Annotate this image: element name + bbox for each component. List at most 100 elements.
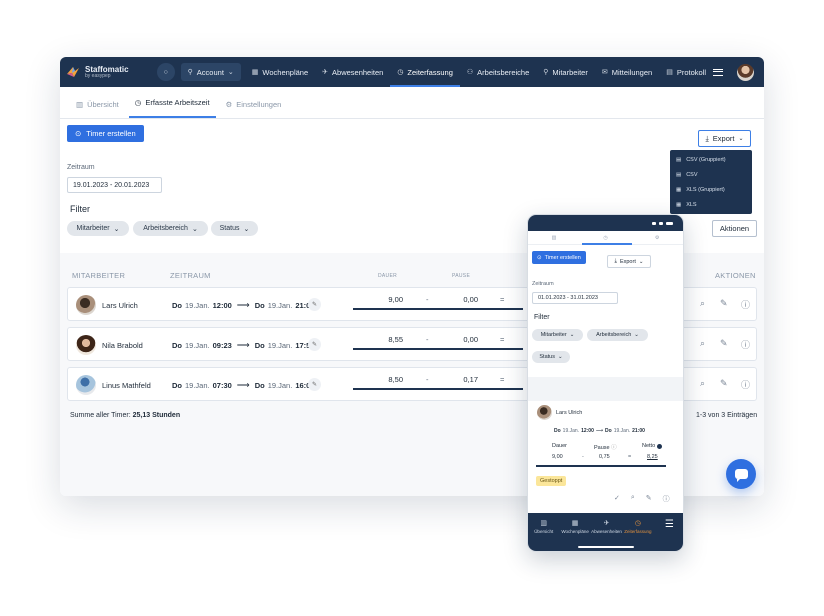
period-input[interactable]: 19.01.2023 - 20.01.2023	[67, 177, 162, 193]
actions-button[interactable]: Aktionen	[712, 220, 757, 237]
grid-icon: ▥	[76, 100, 84, 109]
export-dropdown-menu: ▤ CSV (Gruppiert) ▤ CSV ▦ XLS (Gruppiert) ▦…	[670, 150, 752, 214]
header-duration: DAUER	[378, 273, 398, 279]
chat-button[interactable]	[726, 459, 756, 489]
edit-period-button[interactable]: ✎	[308, 298, 321, 311]
nav-item-abwesenheiten[interactable]: ✈ Abwesenheiten	[315, 57, 390, 87]
menu-label: XLS	[686, 201, 697, 208]
gear-icon[interactable]: ⚙	[655, 235, 659, 241]
avatar	[76, 295, 96, 315]
signal-icon	[652, 221, 656, 225]
filter-chip-status[interactable]: Status ⌄	[211, 221, 258, 236]
pause-value: 0,17	[463, 375, 478, 384]
pause-value: 0,00	[463, 335, 478, 344]
chevron-down-icon: ⌄	[191, 225, 198, 233]
employee-cell: Lars Ulrich	[537, 405, 582, 420]
status-dot-icon	[657, 443, 663, 449]
to-date: 19.Jan.	[267, 301, 293, 310]
to-day: Do	[254, 381, 265, 390]
nav-item-wochenplaene[interactable]: ▦ Wochenpläne	[245, 57, 315, 87]
top-right-controls	[713, 63, 758, 81]
export-xls-grouped[interactable]: ▦ XLS (Gruppiert)	[670, 182, 752, 197]
mobile-create-timer-button[interactable]: ⊙ Timer erstellen	[532, 251, 586, 264]
pencil-icon[interactable]: ✎	[720, 298, 728, 309]
calendar-icon: ▦	[251, 69, 259, 76]
stage: Staffomatic by easypep ○ ⚲ Account ⌄ ▦ Wo…	[0, 0, 824, 616]
brand-logo[interactable]: Staffomatic by easypep	[66, 65, 151, 79]
pencil-icon[interactable]: ✎	[720, 338, 728, 349]
mobile-nav-wochenplaene[interactable]: ▦ Wochenpläne	[559, 519, 590, 534]
menu-icon[interactable]	[713, 68, 723, 76]
mobile-filter-chip-arbeitsbereich[interactable]: Arbeitsbereich ⌄	[587, 329, 648, 341]
export-label: Export	[712, 134, 735, 143]
account-menu-button[interactable]: ⚲ Account ⌄	[180, 63, 241, 81]
search-icon[interactable]: ⌕	[700, 378, 705, 389]
check-icon[interactable]: ✓	[614, 494, 620, 504]
pencil-icon[interactable]: ✎	[720, 378, 728, 389]
duration-bar	[353, 308, 523, 310]
nav-item-mitteilungen[interactable]: ✉ Mitteilungen	[595, 57, 659, 87]
mobile-filter-chip-status[interactable]: Status ⌄	[532, 351, 570, 363]
mobile-nav-abwesenheiten[interactable]: ✈ Abwesenheiten	[591, 519, 622, 534]
nav-item-arbeitsbereiche[interactable]: ⚇ Arbeitsbereiche	[460, 57, 536, 87]
mobile-nav-menu[interactable]: ☰	[654, 519, 683, 530]
nav-item-protokoll[interactable]: ▤ Protokoll	[659, 57, 713, 87]
equals-sign: =	[628, 454, 632, 460]
pause-label: Pause	[594, 445, 610, 451]
search-icon[interactable]: ⌕	[700, 338, 705, 349]
employee-name: Nila Brabold	[102, 340, 143, 350]
duration-value: 9,00	[388, 295, 403, 304]
filter-chip-arbeitsbereich[interactable]: Arbeitsbereich ⌄	[133, 221, 208, 236]
filter-chip-mitarbeiter[interactable]: Mitarbeiter ⌄	[67, 221, 129, 236]
search-icon[interactable]: ⌕	[631, 494, 635, 504]
from-time: 07:30	[212, 381, 232, 390]
info-icon[interactable]: ⓘ	[741, 298, 750, 311]
employee-cell: Linus Mathfeld	[76, 375, 151, 395]
subtab-einstellungen[interactable]: ⚙ Einstellungen	[220, 100, 288, 118]
mobile-nav-zeiterfassung[interactable]: ◷ Zeiterfassung	[622, 519, 653, 534]
search-icon: ○	[163, 68, 168, 76]
mobile-export-button[interactable]: ⤓ Export ⌄	[607, 255, 651, 268]
user-avatar[interactable]	[737, 63, 754, 81]
export-button[interactable]: ⤓ Export ⌄	[698, 130, 751, 147]
search-button[interactable]: ○	[156, 63, 175, 81]
subtab-erfasste-arbeitszeit[interactable]: ◷ Erfasste Arbeitszeit	[128, 98, 216, 118]
export-xls[interactable]: ▦ XLS	[670, 197, 752, 212]
mobile-timer-card[interactable]: Lars Ulrich Do 19.Jan. 12:00 ⟶ Do 19.Jan. 21:0…	[533, 401, 680, 513]
create-timer-button[interactable]: ⊙ Timer erstellen	[67, 125, 144, 142]
period-label: Zeitraum	[67, 164, 95, 171]
nav-item-zeiterfassung[interactable]: ◷ Zeiterfassung	[390, 57, 460, 87]
to-day: Do	[605, 428, 612, 434]
info-icon[interactable]: ⓘ	[663, 494, 670, 504]
nav-label: Abwesenheiten	[591, 529, 622, 534]
pencil-icon[interactable]: ✎	[646, 494, 652, 504]
from-day: Do	[172, 381, 182, 390]
table-icon: ▦	[676, 186, 682, 193]
mobile-period-input[interactable]: 01.01.2023 - 31.01.2023	[532, 292, 618, 304]
mobile-device: ▥ ◷ ⚙ ⊙ Timer erstellen ⤓ Export ⌄ Zeitraum 0…	[527, 214, 684, 552]
search-icon[interactable]: ⌕	[700, 298, 705, 309]
info-icon[interactable]: ⓘ	[741, 378, 750, 391]
grid-icon[interactable]: ▥	[552, 235, 557, 241]
timer-sum: Summe aller Timer: 25,13 Stunden	[70, 412, 180, 419]
mobile-nav-uebersicht[interactable]: ▥ Übersicht	[528, 519, 559, 534]
to-time: 21:00	[632, 428, 645, 434]
to-day: Do	[254, 341, 265, 350]
nav-label: Zeiterfassung	[624, 529, 652, 534]
user-icon: ⚲	[543, 69, 549, 76]
to-date: 19.Jan.	[613, 428, 631, 434]
clock-icon[interactable]: ◷	[603, 235, 607, 241]
edit-period-button[interactable]: ✎	[308, 378, 321, 391]
export-csv[interactable]: ▤ CSV	[670, 167, 752, 182]
filter-title: Filter	[70, 204, 90, 214]
employee-cell: Lars Ulrich	[76, 295, 138, 315]
export-csv-grouped[interactable]: ▤ CSV (Gruppiert)	[670, 152, 752, 167]
mobile-filter-chip-mitarbeiter[interactable]: Mitarbeiter ⌄	[532, 329, 583, 341]
subtab-uebersicht[interactable]: ▥ Übersicht	[70, 100, 125, 118]
info-icon[interactable]: ⓘ	[741, 338, 750, 351]
edit-period-button[interactable]: ✎	[308, 338, 321, 351]
pencil-icon: ✎	[311, 342, 318, 348]
user-icon: ⚲	[187, 69, 193, 76]
nav-item-mitarbeiter[interactable]: ⚲ Mitarbeiter	[536, 57, 595, 87]
chevron-down-icon: ⌄	[569, 332, 575, 338]
